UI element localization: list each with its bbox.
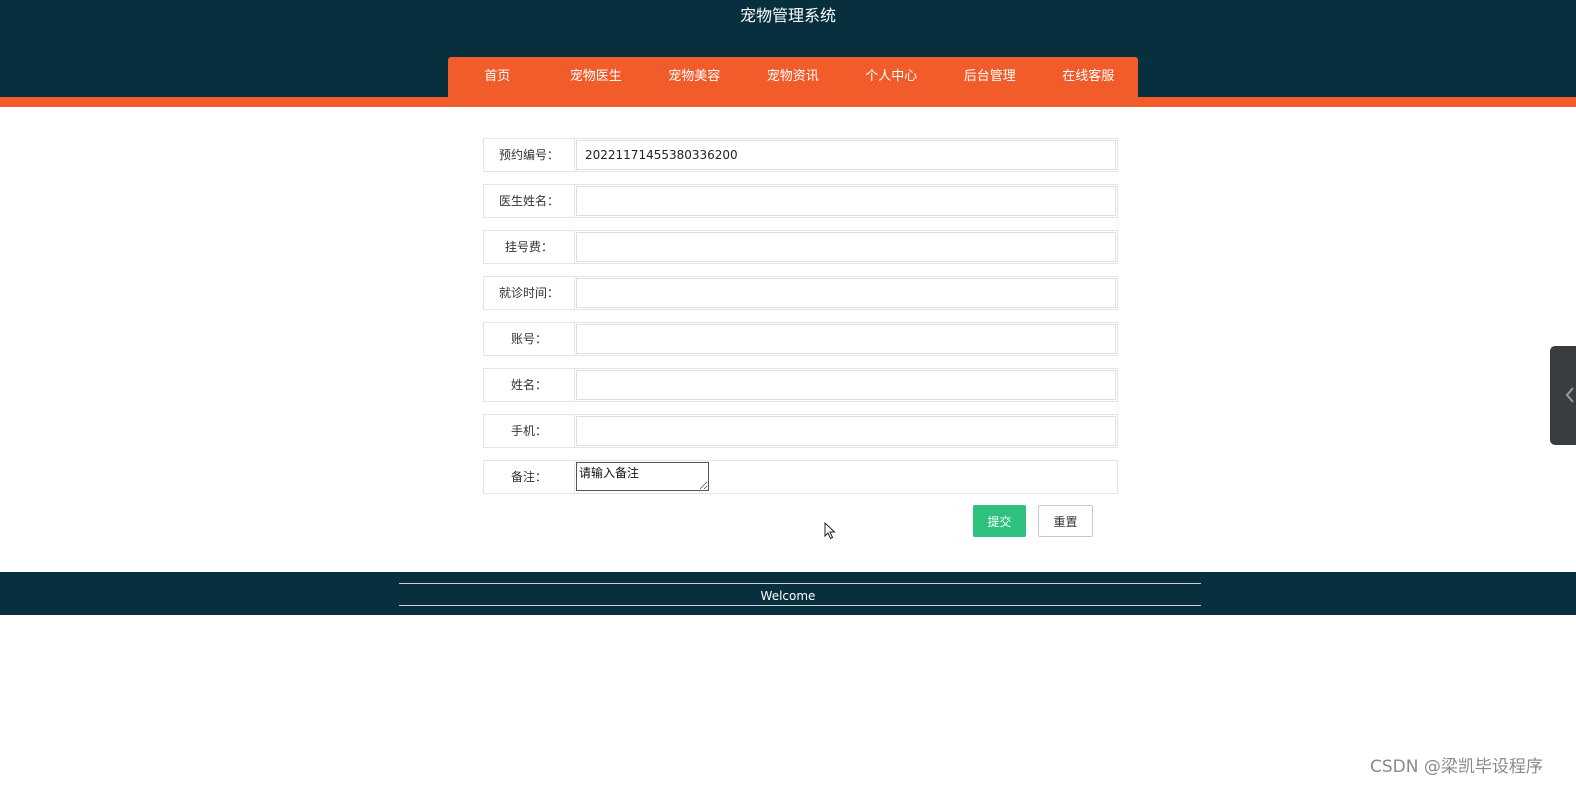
account-input[interactable] [576, 324, 1116, 354]
nav-item-personal-center[interactable]: 个人中心 [842, 57, 941, 97]
account-label: 账号： [484, 323, 575, 355]
name-input[interactable] [576, 370, 1116, 400]
remark-textarea[interactable] [576, 462, 709, 491]
appointment-form: 预约编号： 医生姓名： 挂号费： 就诊时间： 账号： 姓名： 手机： 备注： [483, 138, 1118, 506]
csdn-watermark: CSDN @梁凯毕设程序 [1370, 757, 1543, 777]
side-panel-toggle[interactable] [1550, 346, 1576, 445]
name-label: 姓名： [484, 369, 575, 401]
chevron-left-icon [1565, 387, 1574, 403]
form-row-remark: 备注： [483, 460, 1118, 494]
appointment-number-input[interactable] [576, 140, 1116, 170]
nav-item-online-service[interactable]: 在线客服 [1039, 57, 1138, 97]
phone-input[interactable] [576, 416, 1116, 446]
form-row-visit-time: 就诊时间： [483, 276, 1118, 310]
nav-item-home[interactable]: 首页 [448, 57, 547, 97]
nav-item-pet-grooming[interactable]: 宠物美容 [645, 57, 744, 97]
form-row-account: 账号： [483, 322, 1118, 356]
nav-accent-bar [0, 97, 1576, 107]
registration-fee-label: 挂号费： [484, 231, 575, 263]
doctor-name-label: 医生姓名： [484, 185, 575, 217]
form-row-doctor-name: 医生姓名： [483, 184, 1118, 218]
site-title: 宠物管理系统 [739, 6, 836, 25]
mouse-pointer-icon [824, 522, 836, 540]
page: 宠物管理系统 首页 宠物医生 宠物美容 宠物资讯 个人中心 后台管理 在线客服 … [0, 0, 1576, 786]
nav-item-admin[interactable]: 后台管理 [941, 57, 1040, 97]
form-row-appointment-number: 预约编号： [483, 138, 1118, 172]
form-row-phone: 手机： [483, 414, 1118, 448]
footer-welcome-text: Welcome [760, 589, 816, 603]
appointment-number-label: 预约编号： [484, 139, 575, 171]
doctor-name-input[interactable] [576, 186, 1116, 216]
submit-button[interactable]: 提交 [973, 505, 1026, 537]
footer-bottom-divider [399, 605, 1201, 606]
footer: Welcome [0, 572, 1576, 615]
form-row-name: 姓名： [483, 368, 1118, 402]
footer-top-divider [399, 583, 1201, 584]
nav-item-pet-news[interactable]: 宠物资讯 [744, 57, 843, 97]
header: 宠物管理系统 首页 宠物医生 宠物美容 宠物资讯 个人中心 后台管理 在线客服 [0, 0, 1576, 100]
form-row-registration-fee: 挂号费： [483, 230, 1118, 264]
remark-label: 备注： [484, 461, 575, 493]
visit-time-input[interactable] [576, 278, 1116, 308]
phone-label: 手机： [484, 415, 575, 447]
visit-time-label: 就诊时间： [484, 277, 575, 309]
nav-item-pet-doctor[interactable]: 宠物医生 [547, 57, 646, 97]
registration-fee-input[interactable] [576, 232, 1116, 262]
main-nav: 首页 宠物医生 宠物美容 宠物资讯 个人中心 后台管理 在线客服 [448, 57, 1138, 100]
reset-button[interactable]: 重置 [1038, 505, 1093, 537]
